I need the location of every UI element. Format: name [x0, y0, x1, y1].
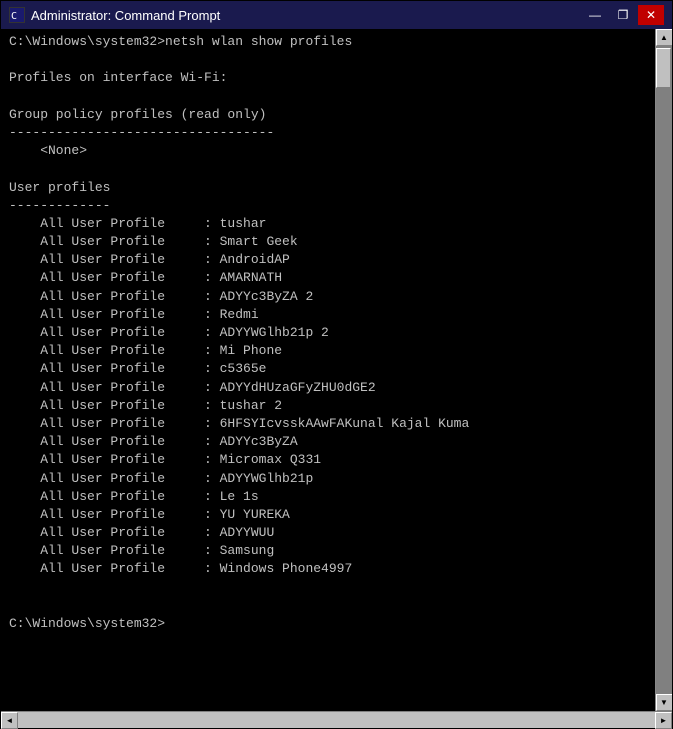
title-bar-left: C Administrator: Command Prompt: [9, 7, 220, 23]
title-bar: C Administrator: Command Prompt — ❐ ✕: [1, 1, 672, 29]
scroll-right-button[interactable]: ►: [655, 712, 672, 729]
minimize-button[interactable]: —: [582, 5, 608, 25]
scroll-left-arrow: ◄: [6, 716, 14, 725]
cmd-window: C Administrator: Command Prompt — ❐ ✕ C:…: [0, 0, 673, 729]
scroll-thumb[interactable]: [656, 48, 671, 88]
scroll-up-button[interactable]: ▲: [656, 29, 673, 46]
vertical-scrollbar[interactable]: ▲ ▼: [655, 29, 672, 711]
title-bar-controls: — ❐ ✕: [582, 5, 664, 25]
scroll-down-button[interactable]: ▼: [656, 694, 673, 711]
maximize-button[interactable]: ❐: [610, 5, 636, 25]
window-title: Administrator: Command Prompt: [31, 8, 220, 23]
scroll-right-arrow: ►: [660, 716, 668, 725]
scroll-track[interactable]: [656, 46, 672, 694]
cmd-icon: C: [9, 7, 25, 23]
scroll-down-arrow: ▼: [660, 698, 668, 707]
scroll-left-button[interactable]: ◄: [1, 712, 18, 729]
close-button[interactable]: ✕: [638, 5, 664, 25]
scroll-up-arrow: ▲: [660, 33, 668, 42]
content-area: C:\Windows\system32>netsh wlan show prof…: [1, 29, 672, 711]
h-scroll-track[interactable]: [18, 712, 655, 728]
horizontal-scrollbar[interactable]: ◄ ►: [1, 711, 672, 728]
terminal-output[interactable]: C:\Windows\system32>netsh wlan show prof…: [1, 29, 655, 711]
svg-text:C: C: [11, 11, 17, 22]
